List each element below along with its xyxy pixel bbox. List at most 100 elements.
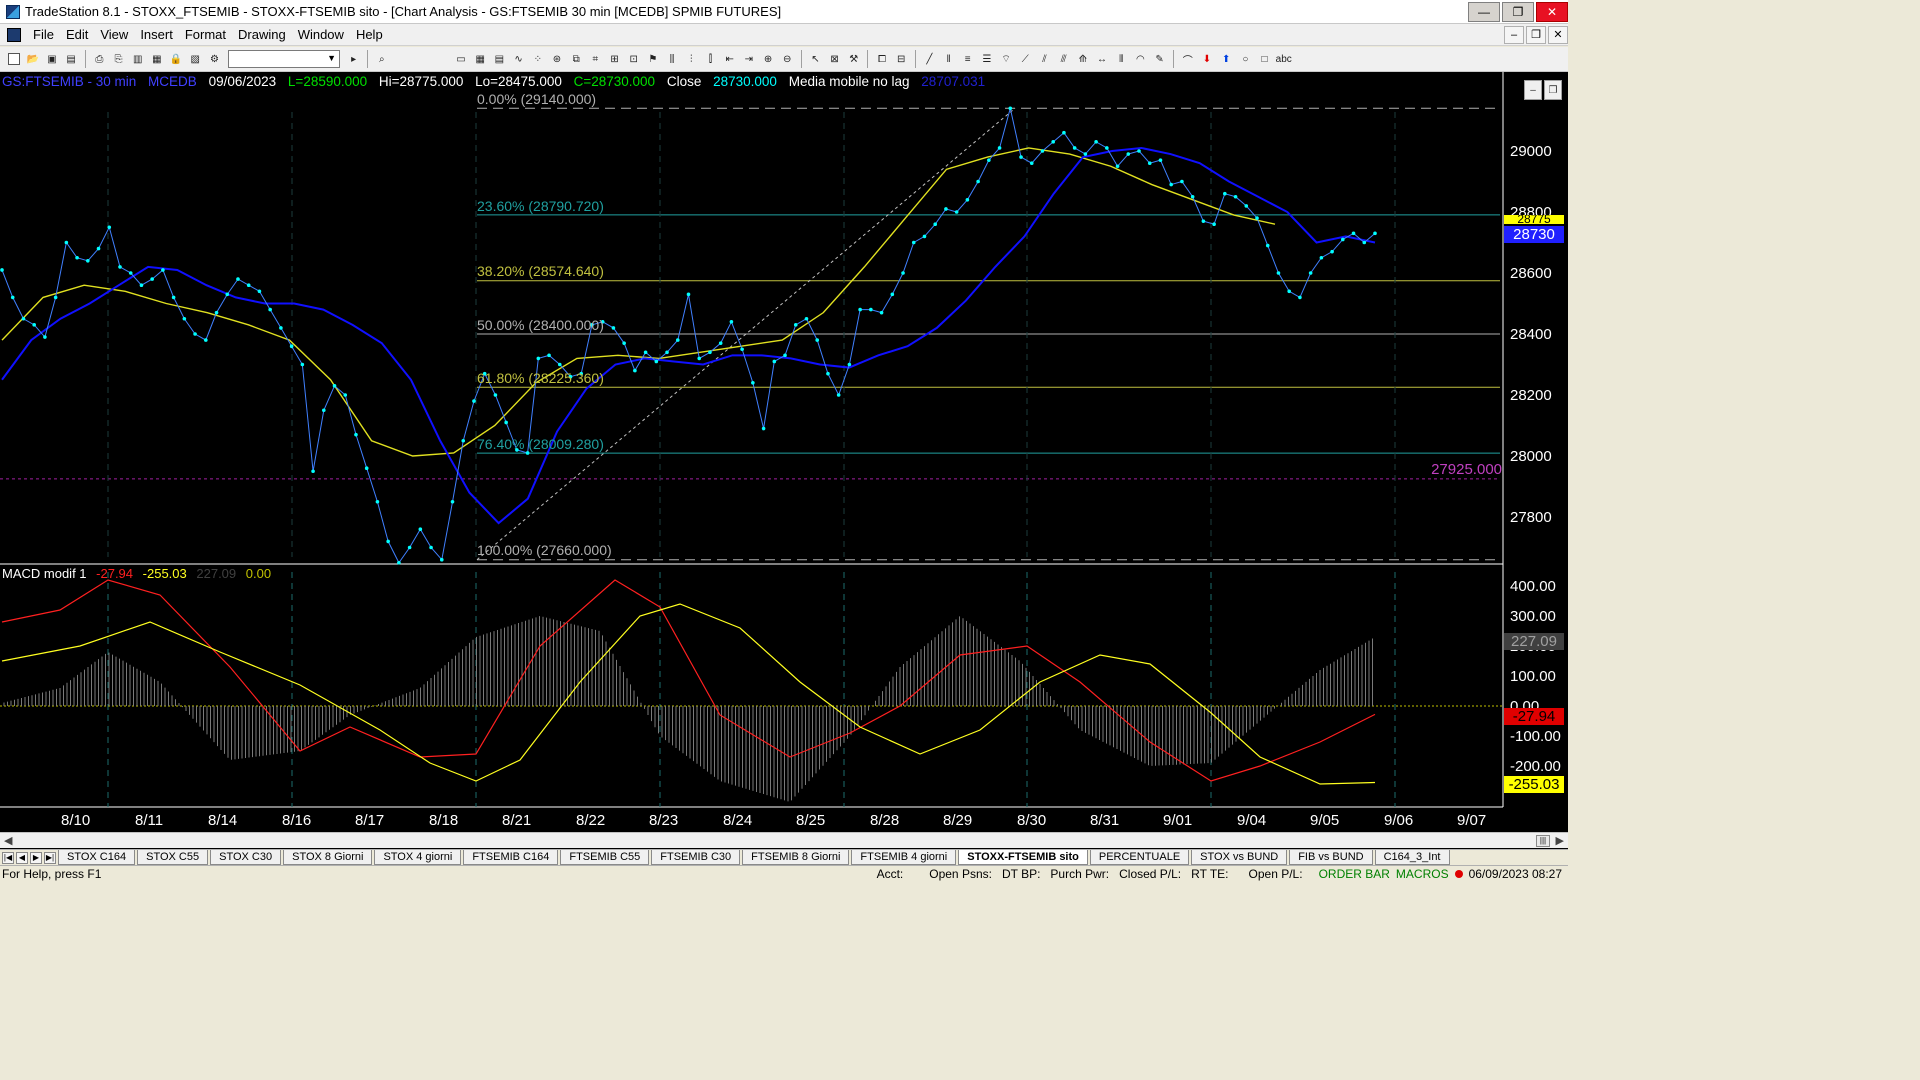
down-arrow-icon[interactable]: ⬇ <box>1199 51 1215 67</box>
save-all-icon[interactable]: ▤ <box>63 51 79 67</box>
scroll-right-icon[interactable]: ▶ <box>1556 834 1564 847</box>
menu-format[interactable]: Format <box>179 27 232 42</box>
macro-icon[interactable]: ⚙ <box>206 51 222 67</box>
fib-time-icon[interactable]: ⦀ <box>1113 51 1129 67</box>
save-icon[interactable]: ▣ <box>44 51 60 67</box>
pointer-icon[interactable]: ↖ <box>807 51 823 67</box>
menu-view[interactable]: View <box>94 27 134 42</box>
arc-icon[interactable]: ◠ <box>1132 51 1148 67</box>
horizontal-scrollbar[interactable]: ◀ ||| ▶ <box>0 832 1568 848</box>
tab-c164-3-int[interactable]: C164_3_Int <box>1374 850 1450 865</box>
dom-icon[interactable]: ⊟ <box>893 51 909 67</box>
strategy-icon[interactable]: ⚑ <box>645 51 661 67</box>
candles-icon[interactable]: ⫿ <box>702 51 718 67</box>
layout2-icon[interactable]: ▦ <box>149 51 165 67</box>
layout-icon[interactable]: ▥ <box>130 51 146 67</box>
status-order-bar[interactable]: ORDER BAR <box>1319 867 1390 881</box>
sub-restore-button[interactable]: ❐ <box>1544 80 1562 100</box>
mdi-minimize-button[interactable]: – <box>1504 25 1524 44</box>
watch-icon[interactable]: ⊞ <box>607 51 623 67</box>
menu-drawing[interactable]: Drawing <box>232 27 292 42</box>
tab-ftsemib-c55[interactable]: FTSEMIB C55 <box>560 850 650 865</box>
restore-button[interactable]: ❐ <box>1502 1 1534 22</box>
zoom-in-icon[interactable]: ⊕ <box>760 51 776 67</box>
curve-icon[interactable]: ⌒ <box>1180 51 1196 67</box>
chart-window-icon[interactable] <box>7 27 21 42</box>
tab-fib-vs-bund[interactable]: FIB vs BUND <box>1289 850 1373 865</box>
pan-right-icon[interactable]: ⇥ <box>741 51 757 67</box>
data-window-icon[interactable]: ⊠ <box>827 51 843 67</box>
menu-insert[interactable]: Insert <box>134 27 179 42</box>
tab-ftsemib-8-giorni[interactable]: FTSEMIB 8 Giorni <box>742 850 850 865</box>
analysis-icon[interactable]: ⧉ <box>568 51 584 67</box>
tab-stox-4-giorni[interactable]: STOX 4 giorni <box>374 850 462 865</box>
speed-lines-icon[interactable]: ⟋ <box>1017 51 1033 67</box>
ellipse-icon[interactable]: ○ <box>1237 51 1253 67</box>
tab-ftsemib-c30[interactable]: FTSEMIB C30 <box>651 850 741 865</box>
tab-stox-c55[interactable]: STOX C55 <box>137 850 209 865</box>
lock-icon[interactable]: 🔒 <box>168 51 184 67</box>
arrows-icon[interactable]: ↔ <box>1094 51 1110 67</box>
tab-last-icon[interactable]: ▶| <box>44 851 56 864</box>
regression-icon[interactable]: ⫽ <box>1036 51 1052 67</box>
scroll-thumb[interactable]: ||| <box>1536 835 1550 847</box>
bar-chart-icon[interactable]: ▭ <box>453 51 469 67</box>
tab-ftsemib-c164[interactable]: FTSEMIB C164 <box>463 850 559 865</box>
up-arrow-icon[interactable]: ⬆ <box>1218 51 1234 67</box>
menu-file[interactable]: File <box>27 27 60 42</box>
text-icon[interactable]: abc <box>1276 51 1292 67</box>
find-icon[interactable]: ⌕ <box>374 51 390 67</box>
open-icon[interactable]: 📂 <box>25 51 41 67</box>
zoom-out-icon[interactable]: ⊖ <box>779 51 795 67</box>
tab-ftsemib-4-giorni[interactable]: FTSEMIB 4 giorni <box>851 850 957 865</box>
menu-window[interactable]: Window <box>292 27 350 42</box>
channel-icon[interactable]: ⫻ <box>1056 51 1072 67</box>
zoom-chart-icon[interactable]: ⊡ <box>626 51 642 67</box>
tab-first-icon[interactable]: |◀ <box>2 851 14 864</box>
arrow-right-icon[interactable]: ▸ <box>346 51 362 67</box>
minimize-button[interactable]: — <box>1468 1 1500 22</box>
radar-icon[interactable]: ⊛ <box>549 51 565 67</box>
tools-icon[interactable]: ⚒ <box>846 51 862 67</box>
trendline-icon[interactable]: ╱ <box>921 51 937 67</box>
tab-stox-8-giorni[interactable]: STOX 8 Giorni <box>283 850 373 865</box>
rectangle-icon[interactable]: □ <box>1257 51 1273 67</box>
workspace-combo[interactable] <box>228 50 341 68</box>
chart-window[interactable]: GS:FTSEMIB - 30 min MCEDB 09/06/2023 L=2… <box>0 72 1568 850</box>
ohlc-icon[interactable]: ⫶ <box>683 51 699 67</box>
grid-icon[interactable]: ▦ <box>472 51 488 67</box>
print-preview-icon[interactable]: ⎘ <box>111 51 127 67</box>
scroll-left-icon[interactable]: ◀ <box>4 834 12 847</box>
horizontal-lines-icon[interactable]: ≡ <box>960 51 976 67</box>
gann-icon[interactable]: ⌔ <box>998 51 1014 67</box>
tab-stoxx-ftsemib-sito[interactable]: STOXX-FTSEMIB sito <box>958 850 1088 865</box>
tab-stox-c164[interactable]: STOX C164 <box>58 850 136 865</box>
price-chart[interactable] <box>0 72 1568 832</box>
bars-icon[interactable]: ⫼ <box>664 51 680 67</box>
tab-next-icon[interactable]: ▶ <box>30 851 42 864</box>
tab-percentuale[interactable]: PERCENTUALE <box>1089 850 1190 865</box>
sub-minimize-button[interactable]: – <box>1524 80 1542 100</box>
menu-edit[interactable]: Edit <box>60 27 94 42</box>
new-icon[interactable] <box>6 51 22 67</box>
pencil-icon[interactable]: ✎ <box>1152 51 1168 67</box>
pan-left-icon[interactable]: ⇤ <box>722 51 738 67</box>
vertical-lines-icon[interactable]: ‖ <box>941 51 957 67</box>
status-macros[interactable]: MACROS <box>1396 867 1449 881</box>
fib-icon[interactable]: ☰ <box>979 51 995 67</box>
mdi-close-button[interactable]: ✕ <box>1548 25 1568 44</box>
tab-stox-vs-bund[interactable]: STOX vs BUND <box>1191 850 1288 865</box>
print-icon[interactable]: ⎙ <box>91 51 107 67</box>
insert-icon[interactable]: ▧ <box>187 51 203 67</box>
chart-tools-icon[interactable]: ⌗ <box>587 51 603 67</box>
chart-wave-icon[interactable]: ∿ <box>511 51 527 67</box>
tab-stox-c30[interactable]: STOX C30 <box>210 850 282 865</box>
menu-help[interactable]: Help <box>350 27 389 42</box>
mdi-restore-button[interactable]: ❐ <box>1526 25 1546 44</box>
close-button[interactable]: ✕ <box>1536 1 1568 22</box>
tab-prev-icon[interactable]: ◀ <box>16 851 28 864</box>
window-icon[interactable]: ⧠ <box>874 51 890 67</box>
table-icon[interactable]: ▤ <box>491 51 507 67</box>
andrews-icon[interactable]: ⟰ <box>1075 51 1091 67</box>
scatter-icon[interactable]: ⁘ <box>530 51 546 67</box>
